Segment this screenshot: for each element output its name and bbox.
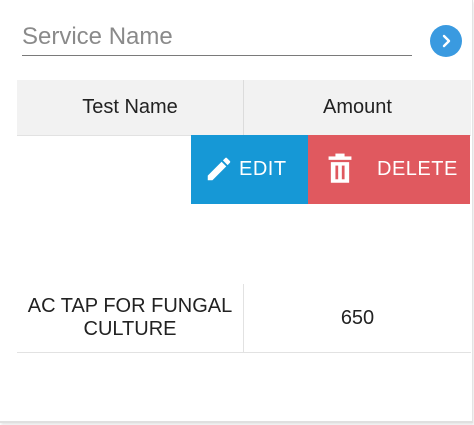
go-button[interactable] bbox=[430, 25, 462, 57]
pencil-icon bbox=[207, 157, 231, 181]
table-header: Test Name Amount bbox=[17, 80, 471, 136]
table-row[interactable]: AC TAP FOR FUNGAL CULTURE 650 bbox=[17, 284, 471, 353]
service-name-input[interactable] bbox=[22, 18, 412, 56]
trash-icon bbox=[328, 153, 352, 183]
search-row bbox=[22, 18, 412, 58]
cell-test-name: AC TAP FOR FUNGAL CULTURE bbox=[17, 284, 244, 352]
service-card: Test Name Amount AC TAP FOR FUNGAL CULTU… bbox=[0, 0, 473, 423]
chevron-right-icon bbox=[442, 34, 451, 48]
edit-button[interactable]: EDIT bbox=[191, 135, 308, 204]
column-header-amount: Amount bbox=[323, 96, 392, 118]
column-header-test-name: Test Name bbox=[17, 80, 244, 135]
cell-amount: 650 bbox=[340, 306, 375, 329]
delete-label: DELETE bbox=[377, 158, 458, 180]
delete-button[interactable]: DELETE bbox=[308, 135, 470, 204]
edit-label: EDIT bbox=[239, 158, 287, 180]
